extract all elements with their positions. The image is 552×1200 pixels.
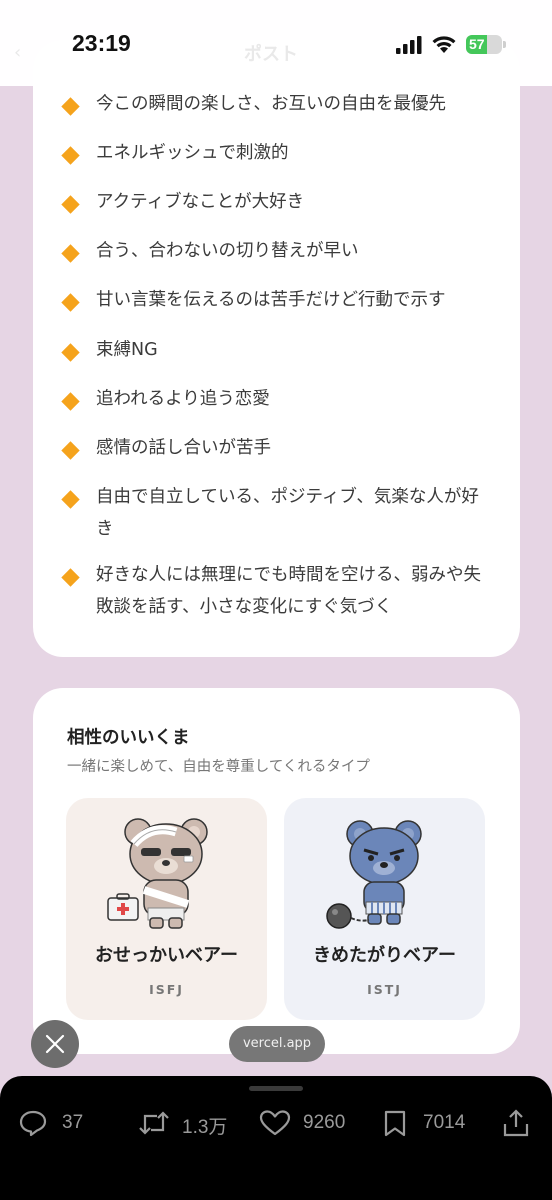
bear-card-istj[interactable]: きめたがりベアー ISTJ <box>284 798 485 1020</box>
trait-text: 感情の話し合いが苦手 <box>96 438 271 458</box>
diamond-bullet-icon <box>61 392 80 411</box>
battery-cap <box>503 41 506 48</box>
heart-icon <box>259 1110 291 1136</box>
trait-text: エネルギッシュで刺激的 <box>96 143 289 163</box>
post-action-bar: 37 1.3万 9260 7014 <box>0 1076 552 1200</box>
bear-name: きめたがりベアー <box>313 945 456 966</box>
bear-type: ISTJ <box>367 982 402 997</box>
traits-card: 今この瞬間の楽しさ、お互いの自由を最優先 エネルギッシュで刺激的 アクティブなこ… <box>33 40 520 657</box>
sheet-grabber[interactable] <box>249 1086 303 1091</box>
section-subtitle: 一緒に楽しめて、自由を尊重してくれるタイプ <box>67 759 370 775</box>
header-title: ポスト <box>244 44 298 65</box>
diamond-bullet-icon <box>61 146 80 165</box>
trait-text: 束縛NG <box>96 340 158 360</box>
diamond-bullet-icon <box>61 195 80 214</box>
repost-count: 1.3万 <box>182 1117 228 1138</box>
diamond-bullet-icon <box>61 568 80 587</box>
bear-name: おせっかいベアー <box>95 945 238 966</box>
reply-icon <box>19 1110 47 1137</box>
battery-percent: 57 <box>469 36 485 52</box>
trait-text: 今この瞬間の楽しさ、お互いの自由を最優先 <box>96 94 446 114</box>
bear-card-isfj[interactable]: おせっかいベアー ISFJ <box>66 798 267 1020</box>
diamond-bullet-icon <box>61 490 80 509</box>
domain-pill[interactable]: vercel.app <box>229 1026 325 1062</box>
chained-bear-illustration <box>326 820 422 929</box>
share-icon <box>503 1109 529 1137</box>
like-count: 9260 <box>303 1112 346 1133</box>
status-bar: ‹ ポスト 23:19 57 <box>0 0 552 86</box>
diamond-bullet-icon <box>61 244 80 263</box>
cellular-signal-icon <box>396 36 422 54</box>
repost-icon <box>139 1111 169 1135</box>
bookmark-icon <box>384 1110 406 1137</box>
battery-icon: 57 <box>466 35 502 54</box>
status-time: 23:19 <box>72 30 131 56</box>
diamond-bullet-icon <box>61 97 80 116</box>
trait-text: 自由で自立している、ポジティブ、気楽な人が好き <box>96 487 479 539</box>
trait-text: 好きな人には無理にでも時間を空ける、弱みや失敗談を話す、小さな変化にすぐ気づく <box>96 565 481 617</box>
trait-text: 追われるより追う恋愛 <box>96 389 270 409</box>
reply-count: 37 <box>62 1112 84 1133</box>
trait-text: アクティブなことが大好き <box>96 192 305 212</box>
trait-text: 甘い言葉を伝えるのは苦手だけど行動で示す <box>96 290 446 310</box>
nurse-bear-illustration <box>107 818 208 929</box>
section-title: 相性のいいくま <box>67 728 190 748</box>
diamond-bullet-icon <box>61 343 80 362</box>
wifi-icon <box>432 36 456 53</box>
close-icon <box>45 1034 65 1054</box>
diamond-bullet-icon <box>61 293 80 312</box>
close-button[interactable] <box>31 1020 79 1068</box>
trait-text: 合う、合わないの切り替えが早い <box>96 241 359 261</box>
back-chevron-icon[interactable]: ‹ <box>14 42 21 63</box>
bookmark-count: 7014 <box>423 1112 466 1133</box>
compatibility-card: 相性のいいくま 一緒に楽しめて、自由を尊重してくれるタイプ おせっかいベアー I… <box>33 688 520 1054</box>
diamond-bullet-icon <box>61 441 80 460</box>
bear-type: ISFJ <box>149 982 184 997</box>
